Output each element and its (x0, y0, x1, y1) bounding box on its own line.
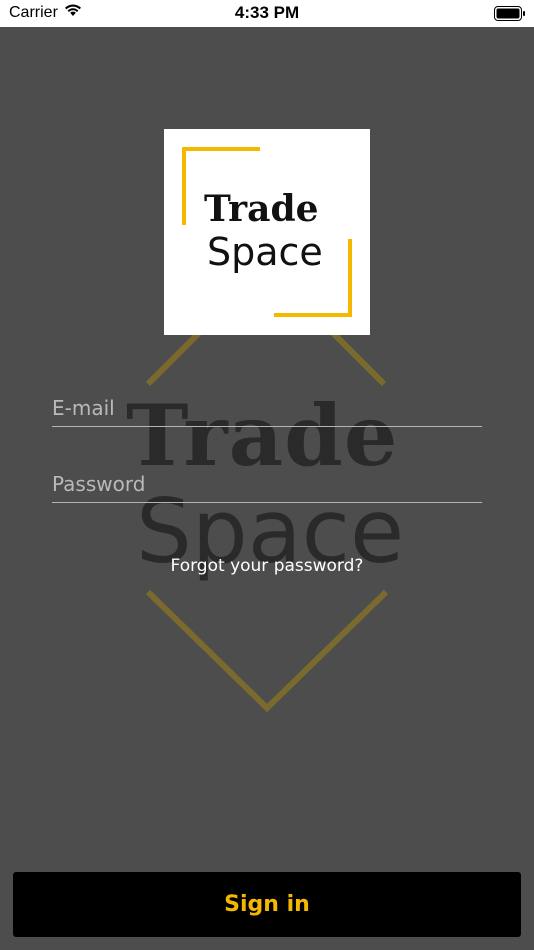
status-bar: Carrier 4:33 PM (0, 0, 534, 27)
email-field[interactable] (52, 390, 482, 426)
password-field[interactable] (52, 466, 482, 502)
password-field-container (52, 466, 482, 503)
battery-icon (494, 6, 526, 26)
sign-in-button[interactable]: Sign in (13, 872, 521, 937)
app-logo: Trade Space (164, 129, 370, 335)
status-time: 4:33 PM (234, 3, 300, 22)
email-field-container (52, 390, 482, 427)
logo-word-trade: Trade (204, 188, 319, 230)
logo-word-space: Space (207, 230, 323, 274)
forgot-password-link[interactable]: Forgot your password? (0, 556, 534, 576)
